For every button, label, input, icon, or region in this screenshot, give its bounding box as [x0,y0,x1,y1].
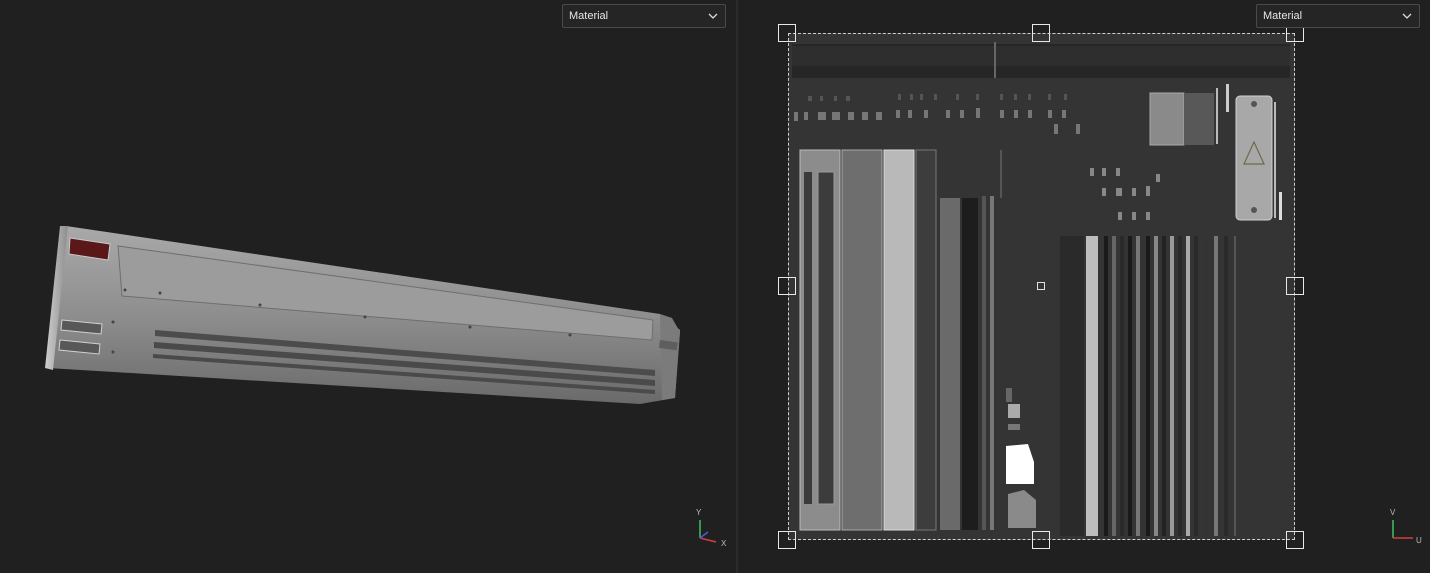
transform-handle-top[interactable] [1032,24,1050,42]
transform-handle-bottom-left[interactable] [778,531,796,549]
transform-handle-right[interactable] [1286,277,1304,295]
axis-v-label: V [1390,508,1396,517]
transform-pivot[interactable] [1037,282,1045,290]
viewport-uv[interactable]: Material V U [738,0,1430,573]
axis-gizmo-icon: Y X [690,508,730,548]
material-dropdown[interactable]: Material [1256,4,1420,28]
material-dropdown-label: Material [1263,10,1303,22]
viewport-3d[interactable]: Material Y X [0,0,736,573]
warning-plate [1235,95,1273,221]
transform-handle-bottom-right[interactable] [1286,531,1304,549]
uv-axis-gizmo-icon: V U [1388,506,1428,546]
chevron-down-icon [1401,10,1413,22]
uv-texture-atlas [788,33,1295,540]
material-dropdown-label: Material [569,10,609,22]
transform-handle-bottom[interactable] [1032,531,1050,549]
transform-handle-left[interactable] [778,277,796,295]
material-dropdown[interactable]: Material [562,4,726,28]
chevron-down-icon [707,10,719,22]
model-render [45,226,680,404]
axis-y-label: Y [696,508,702,517]
transform-handle-top-left[interactable] [778,24,796,42]
uv-island-white [1006,444,1034,484]
axis-x-label: X [721,539,727,548]
axis-u-label: U [1416,536,1422,545]
